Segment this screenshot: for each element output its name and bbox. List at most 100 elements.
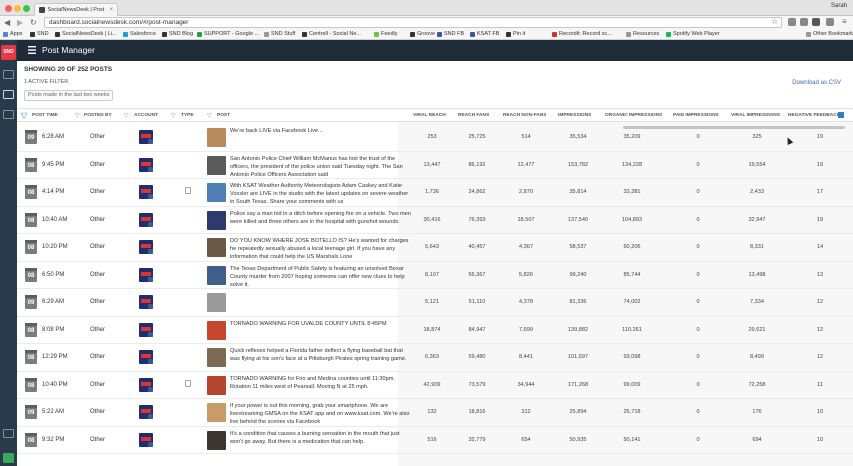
post-manager-icon[interactable]: [3, 90, 14, 99]
compose-icon[interactable]: [3, 453, 14, 463]
address-bar-row: ◀ ▶ ↻ dashboard.socialnewsdesk.com/#/pos…: [0, 16, 853, 29]
table-row[interactable]: 08 4:14 PM Other With KSAT Weather Authorit…: [17, 179, 853, 207]
post-thumbnail[interactable]: [207, 155, 226, 175]
bookmark-item[interactable]: Other Bookmarks: [806, 31, 853, 37]
star-icon[interactable]: ☆: [771, 17, 778, 26]
filter-icon[interactable]: ▽: [207, 112, 212, 119]
table-row[interactable]: 08 10:20 PM Other DO YOU KNOW WHERE JOSE BO…: [17, 234, 853, 262]
col-reach-fans[interactable]: REACH FANS: [458, 113, 489, 118]
post-thumbnail[interactable]: [207, 265, 226, 285]
table-row[interactable]: 09 6:29 AM Other 5,121 51,110 4,378 81,336 74,0…: [17, 289, 853, 317]
bookmark-item[interactable]: SocialNewsDesk | Li...: [55, 31, 117, 37]
bookmark-item[interactable]: Resources: [626, 31, 659, 37]
nav-icon[interactable]: [3, 70, 14, 79]
profile-user[interactable]: Sarah: [831, 3, 847, 9]
post-text[interactable]: We're back LIVE via Facebook Live...: [230, 127, 414, 151]
col-account[interactable]: ACCOUNT: [134, 113, 158, 118]
post-thumbnail[interactable]: [207, 320, 226, 340]
col-type[interactable]: TYPE: [181, 113, 194, 118]
metric-viral-reach: 516: [427, 436, 437, 443]
metric-impressions: 25,894: [569, 409, 587, 415]
post-text[interactable]: San Antonio Police Chief William McManus…: [230, 155, 414, 179]
post-thumbnail[interactable]: [207, 348, 226, 367]
table-row[interactable]: 08 6:50 PM Other The Texas Department of Pu…: [17, 262, 853, 289]
post-thumbnail[interactable]: [207, 238, 226, 257]
bookmark-item[interactable]: Salesforce: [123, 31, 156, 37]
table-row[interactable]: 08 9:32 PM Other It's a condition that caus…: [17, 427, 853, 454]
col-posted-by[interactable]: POSTED BY: [84, 113, 112, 118]
back-icon[interactable]: ◀: [4, 18, 10, 27]
bookmark-item[interactable]: Spotify Web Player: [666, 31, 720, 37]
post-text[interactable]: The Texas Department of Public Safety is…: [230, 265, 414, 289]
post-thumbnail[interactable]: [207, 210, 226, 230]
post-text[interactable]: With KSAT Weather Authority Meteorologis…: [230, 182, 414, 206]
post-text[interactable]: [230, 292, 414, 316]
bookmark-item[interactable]: Feedly: [374, 31, 398, 37]
post-thumbnail[interactable]: [207, 375, 226, 395]
bookmark-item[interactable]: Centrell - Social Ne...: [302, 31, 361, 37]
table-row[interactable]: 09 6:28 AM Other We're back LIVE via Facebo…: [17, 124, 853, 152]
bookmark-item[interactable]: Apps: [3, 31, 23, 37]
filter-icon[interactable]: ▽: [171, 112, 176, 119]
post-thumbnail[interactable]: [207, 128, 226, 147]
bookmark-item[interactable]: Pin it: [506, 31, 525, 37]
post-thumbnail[interactable]: [207, 293, 226, 312]
bookmark-item[interactable]: SND Stuff: [264, 31, 295, 37]
bookmark-item[interactable]: SND FB: [437, 31, 464, 37]
post-thumbnail[interactable]: [207, 183, 226, 202]
post-text[interactable]: TORNADO WARNING for Frio and Medina coun…: [230, 375, 414, 399]
table-row[interactable]: 09 5:22 AM Other If your power is out this …: [17, 399, 853, 427]
col-post[interactable]: POST: [217, 113, 230, 118]
maximize-window-button[interactable]: [23, 5, 30, 12]
post-text[interactable]: If your power is out this morning, grab …: [230, 402, 414, 426]
download-csv-link[interactable]: Download as CSV: [792, 80, 841, 86]
active-filter-pill[interactable]: Posts made in the last two weeks: [24, 90, 114, 101]
table-row[interactable]: 08 9:45 PM Other San Antonio Police Chief W…: [17, 152, 853, 179]
post-text[interactable]: TORNADO WARNING FOR UVALDE COUNTY UNTIL …: [230, 320, 414, 344]
col-reach-non-fans[interactable]: REACH NON-FANS: [503, 113, 546, 118]
extension-icon[interactable]: [826, 18, 834, 26]
filter-icon[interactable]: ▽: [21, 111, 27, 120]
nav-icon[interactable]: [3, 110, 14, 119]
col-negative-feedback[interactable]: NEGATIVE FEEDBACK: [788, 113, 840, 118]
extension-icon[interactable]: [812, 18, 820, 26]
col-viral-reach[interactable]: VIRAL REACH: [413, 113, 446, 118]
filter-icon[interactable]: ▽: [75, 112, 80, 119]
facebook-icon: [148, 441, 153, 447]
post-text[interactable]: Quick reflexes helped a Florida father d…: [230, 347, 414, 371]
url-input[interactable]: dashboard.socialnewsdesk.com/#/post-mana…: [44, 17, 782, 28]
bookmark-item[interactable]: SND Blog: [162, 31, 193, 37]
filter-icon[interactable]: ▽: [124, 112, 129, 119]
col-paid-impressions[interactable]: PAID IMPRESSIONS: [673, 113, 719, 118]
bookmark-item[interactable]: Recordit: Record sc...: [552, 31, 612, 37]
col-impressions[interactable]: IMPRESSIONS: [558, 113, 591, 118]
post-text[interactable]: It's a condition that causes a burning s…: [230, 430, 414, 454]
table-row[interactable]: 08 10:40 PM Other TORNADO WARNING for Frio …: [17, 372, 853, 399]
extension-icon[interactable]: [800, 18, 808, 26]
post-text[interactable]: Police say a man hid in a ditch before o…: [230, 210, 414, 234]
snd-logo[interactable]: SND: [1, 45, 16, 60]
col-organic-impressions[interactable]: ORGANIC IMPRESSIONS: [605, 113, 662, 118]
tab-close-icon[interactable]: ×: [109, 7, 113, 13]
post-thumbnail[interactable]: [207, 403, 226, 422]
nav-icon[interactable]: [3, 429, 14, 438]
table-row[interactable]: 08 10:40 AM Other Police say a man hid in a…: [17, 207, 853, 234]
menu-icon[interactable]: ≡: [842, 17, 847, 26]
browser-tab[interactable]: SocialNewsDesk | Post Ma ×: [34, 3, 118, 16]
col-viral-impressions[interactable]: VIRAL IMPRESSIONS: [731, 113, 780, 118]
extension-icon[interactable]: [788, 18, 796, 26]
post-text[interactable]: DO YOU KNOW WHERE JOSE BOTELLO IS? He's …: [230, 237, 414, 261]
bookmark-item[interactable]: Groove: [410, 31, 435, 37]
table-row[interactable]: 08 12:29 PM Other Quick reflexes helped a F…: [17, 344, 853, 372]
close-window-button[interactable]: [5, 5, 12, 12]
minimize-window-button[interactable]: [14, 5, 21, 12]
table-row[interactable]: 08 8:08 PM Other TORNADO WARNING FOR UVALDE…: [17, 317, 853, 344]
bookmark-item[interactable]: SND: [30, 31, 49, 37]
bookmark-item[interactable]: SUPPORT - Google ...: [197, 31, 259, 37]
post-thumbnail[interactable]: [207, 430, 226, 450]
reload-icon[interactable]: ↻: [30, 18, 37, 27]
forward-icon[interactable]: ▶: [17, 18, 23, 27]
bookmark-item[interactable]: KSAT FB: [470, 31, 499, 37]
col-post-time[interactable]: POST TIME: [32, 113, 58, 118]
sort-icon[interactable]: [838, 112, 844, 118]
